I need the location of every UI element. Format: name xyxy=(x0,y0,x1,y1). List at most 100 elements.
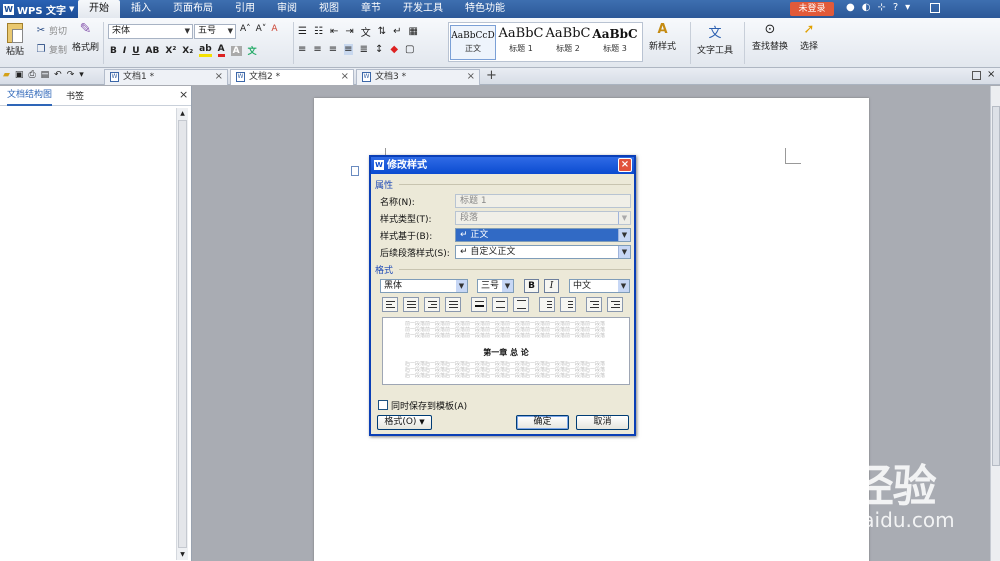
space-before-button[interactable] xyxy=(539,297,555,312)
menu-developer[interactable]: 开发工具 xyxy=(392,0,454,18)
tab-document-3[interactable]: W 文档3 * × xyxy=(356,69,480,85)
increase-indent-button[interactable] xyxy=(607,297,623,312)
close-icon[interactable]: × xyxy=(618,158,632,172)
align-center-button[interactable] xyxy=(403,297,419,312)
new-style-button[interactable]: A 新样式 xyxy=(649,22,676,52)
align-right-button[interactable] xyxy=(424,297,440,312)
align-right-icon[interactable]: ≡ xyxy=(329,44,337,55)
help-icon[interactable]: ? xyxy=(893,2,898,13)
style-heading-2[interactable]: AaBbC 标题 2 xyxy=(545,25,591,60)
print-preview-icon[interactable]: ▤ xyxy=(41,70,50,80)
increase-indent-icon[interactable]: ⇥ xyxy=(345,26,353,37)
print-icon[interactable]: ⎙ xyxy=(28,70,35,80)
login-button[interactable]: 未登录 xyxy=(790,2,834,16)
underline-icon[interactable]: U xyxy=(132,46,139,56)
close-icon[interactable]: × xyxy=(179,88,188,101)
one-half-spacing-button[interactable] xyxy=(492,297,508,312)
save-to-template-label[interactable]: 同时保存到模板(A) xyxy=(391,399,467,412)
new-tab-icon[interactable]: + xyxy=(486,68,497,83)
justify-icon[interactable]: ≡ xyxy=(344,44,353,55)
borders-icon[interactable]: ▢ xyxy=(405,44,414,55)
paste-button[interactable]: 粘贴 xyxy=(6,23,24,57)
scroll-down-icon[interactable]: ▼ xyxy=(177,549,188,560)
shading-icon[interactable]: ◆ xyxy=(390,44,398,55)
distributed-icon[interactable]: ≣ xyxy=(360,44,368,55)
shrink-font-icon[interactable]: A˅ xyxy=(256,24,267,34)
open-folder-icon[interactable]: ▰ xyxy=(3,70,10,80)
tab-document-map[interactable]: 文档结构图 xyxy=(7,86,53,106)
subscript-icon[interactable]: X₂ xyxy=(182,46,193,56)
undo-icon[interactable]: ↶ xyxy=(54,70,62,80)
style-type-select[interactable]: 段落 ▼ xyxy=(455,211,631,225)
panel-toggle-icon[interactable] xyxy=(972,71,981,80)
next-style-select[interactable]: ↵ 自定义正文 ▼ xyxy=(455,245,631,259)
single-spacing-button[interactable] xyxy=(471,297,487,312)
grow-font-icon[interactable]: A˄ xyxy=(240,24,251,34)
text-tools-button[interactable]: 文 文字工具 xyxy=(697,22,733,56)
skin-icon[interactable]: ● xyxy=(846,2,855,13)
style-heading-3[interactable]: AaBbC 标题 3 xyxy=(592,25,638,60)
format-menu-button[interactable]: 格式(O) ▼ xyxy=(377,415,432,430)
theme-icon[interactable]: ◐ xyxy=(862,2,871,13)
close-icon[interactable]: × xyxy=(467,70,475,84)
close-icon[interactable]: × xyxy=(215,70,223,84)
find-replace-button[interactable]: ⊙ 查找替换 xyxy=(752,22,788,52)
sort-icon[interactable]: ⇅ xyxy=(378,26,386,37)
script-select[interactable]: 中文 ▼ xyxy=(569,279,630,293)
chinese-layout-icon[interactable]: 文 xyxy=(361,24,371,39)
font-select[interactable]: 黑体 ▼ xyxy=(380,279,468,293)
decrease-indent-button[interactable] xyxy=(586,297,602,312)
font-name-select[interactable]: 宋体 ▼ xyxy=(108,24,193,39)
tab-document-2[interactable]: W 文档2 * × xyxy=(230,69,354,85)
shirt-icon[interactable]: ⊹ xyxy=(877,2,885,13)
bullet-list-icon[interactable]: ☰ xyxy=(298,26,307,37)
dialog-titlebar[interactable]: W 修改样式 × xyxy=(371,157,634,174)
align-left-button[interactable] xyxy=(382,297,398,312)
ribbon-collapse-icon[interactable] xyxy=(930,3,940,13)
align-center-icon[interactable]: ≡ xyxy=(313,44,321,55)
line-spacing-icon[interactable]: ↕ xyxy=(375,44,383,55)
decrease-indent-icon[interactable]: ⇤ xyxy=(330,26,338,37)
menu-home[interactable]: 开始 xyxy=(78,0,120,18)
redo-icon[interactable]: ↷ xyxy=(67,70,75,80)
size-select[interactable]: 三号 ▼ xyxy=(477,279,514,293)
tab-document-1[interactable]: W 文档1 * × xyxy=(104,69,228,85)
cancel-button[interactable]: 取消 xyxy=(576,415,629,430)
close-icon[interactable]: × xyxy=(987,69,995,80)
copy-button[interactable]: ❐ 复制 xyxy=(35,43,68,57)
based-on-select[interactable]: ↵ 正文 ▼ xyxy=(455,228,631,242)
phonetic-icon[interactable]: 文 xyxy=(248,44,257,57)
bold-button[interactable]: B xyxy=(524,279,539,293)
document-scrollbar[interactable] xyxy=(990,86,1000,561)
close-icon[interactable]: × xyxy=(341,70,349,84)
save-to-template-checkbox[interactable] xyxy=(378,400,388,410)
align-left-icon[interactable]: ≡ xyxy=(298,44,306,55)
numbered-list-icon[interactable]: ☷ xyxy=(314,26,323,37)
font-color-icon[interactable]: A xyxy=(217,44,225,57)
save-icon[interactable]: ▣ xyxy=(15,70,24,80)
justify-button[interactable] xyxy=(445,297,461,312)
chevron-down-icon[interactable]: ▾ xyxy=(79,70,84,80)
char-shading-icon[interactable]: A xyxy=(230,45,242,56)
style-heading-1[interactable]: AaBbC 标题 1 xyxy=(498,25,544,60)
menu-view[interactable]: 视图 xyxy=(308,0,350,18)
menu-insert[interactable]: 插入 xyxy=(120,0,162,18)
space-after-button[interactable] xyxy=(560,297,576,312)
chevron-down-icon[interactable]: ▾ xyxy=(905,2,910,13)
show-marks-icon[interactable]: ↵ xyxy=(393,26,401,37)
scroll-up-icon[interactable]: ▲ xyxy=(177,108,188,119)
style-normal[interactable]: AaBbCcD 正文 xyxy=(450,25,496,60)
superscript-icon[interactable]: X² xyxy=(165,46,176,56)
cut-button[interactable]: ✂ 剪切 xyxy=(35,24,67,38)
double-spacing-button[interactable] xyxy=(513,297,529,312)
italic-icon[interactable]: I xyxy=(123,46,126,56)
bold-icon[interactable]: B xyxy=(110,46,117,56)
menu-review[interactable]: 审阅 xyxy=(266,0,308,18)
table-borders-icon[interactable]: ▦ xyxy=(409,26,418,37)
scrollbar-thumb[interactable] xyxy=(992,106,1000,466)
menu-page-layout[interactable]: 页面布局 xyxy=(162,0,224,18)
tab-bookmarks[interactable]: 书签 xyxy=(66,89,84,102)
format-painter-button[interactable]: ✎ 格式刷 xyxy=(72,22,99,53)
clear-format-icon[interactable]: A xyxy=(271,24,277,34)
menu-chapter[interactable]: 章节 xyxy=(350,0,392,18)
